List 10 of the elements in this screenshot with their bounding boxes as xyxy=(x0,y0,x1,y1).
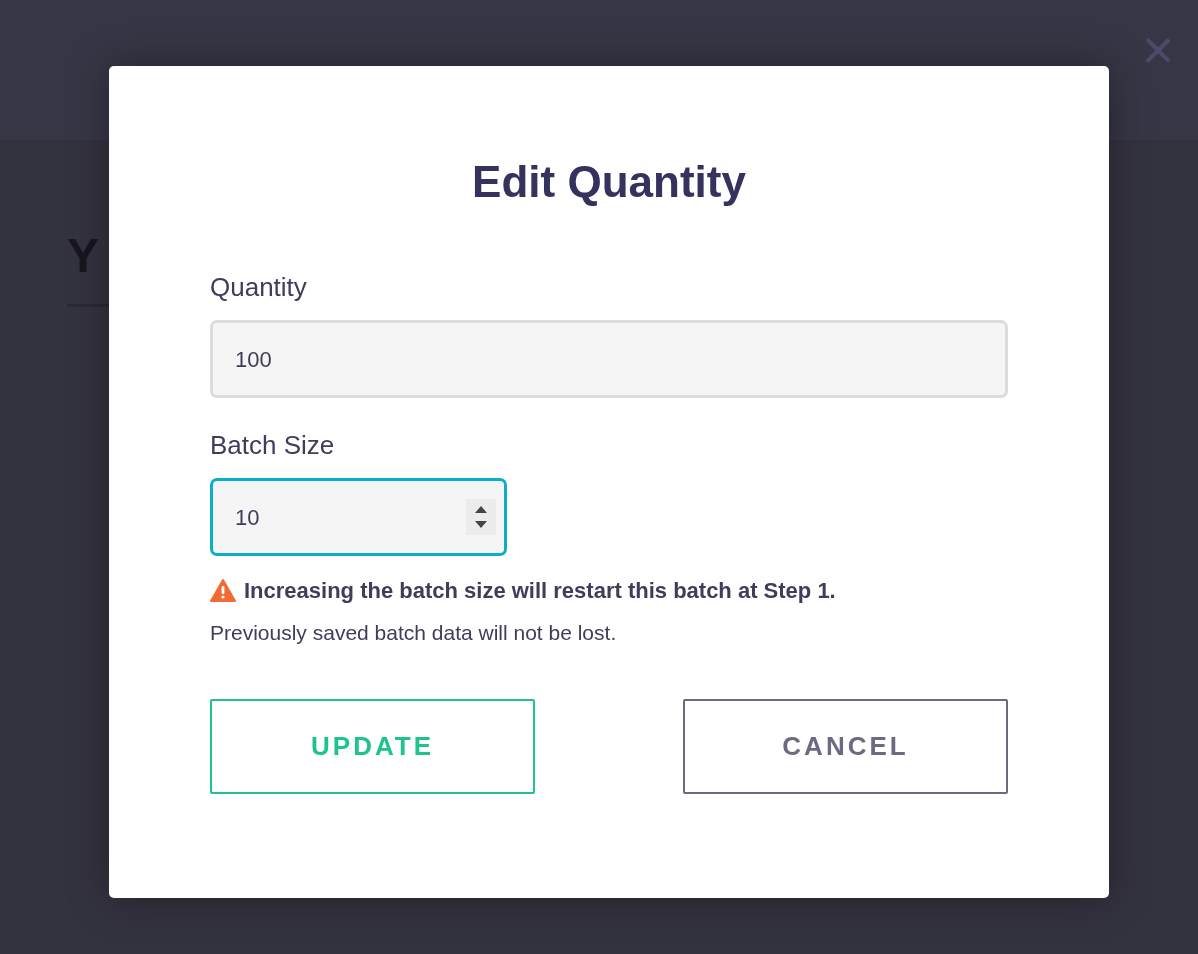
spinner-icon[interactable] xyxy=(466,499,496,535)
number-field[interactable]: 10 xyxy=(210,478,507,556)
field-label: Quantity xyxy=(210,274,307,300)
warning-icon xyxy=(210,579,236,602)
dialog-title: Edit Quantity xyxy=(472,160,746,204)
cancel-button[interactable]: CANCEL xyxy=(683,698,1008,794)
info-text: Previously saved batch data will not be lost. xyxy=(210,620,617,646)
field-label: Batch Size xyxy=(210,432,335,458)
warning-text: Increasing the batch size will restart this batch at Step 1. xyxy=(244,577,836,605)
input-field[interactable]: 100 xyxy=(210,320,1008,398)
